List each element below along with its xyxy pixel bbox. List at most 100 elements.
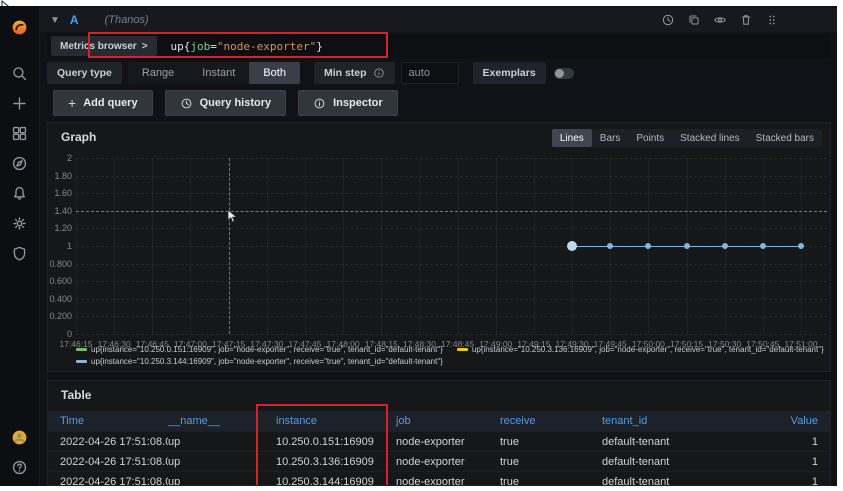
min-step-text: Min step: [323, 67, 367, 79]
gridline-h: [76, 175, 827, 177]
sidebar: [0, 6, 40, 486]
query-field-row: Metrics browser > up{job="node-exporter"…: [47, 34, 831, 58]
query-ref-id: A: [69, 13, 79, 27]
draw-mode-stacked-lines[interactable]: Stacked lines: [672, 129, 747, 147]
gridline-h: [76, 158, 827, 159]
duplicate-icon[interactable]: [687, 13, 701, 27]
history-icon: [181, 98, 192, 108]
alerting-icon[interactable]: [0, 178, 40, 208]
y-axis-tick-label: 0.200: [49, 311, 72, 322]
expression-metric: up{: [170, 39, 191, 53]
expression-close-brace: }: [316, 39, 323, 53]
gridline-v: [457, 158, 459, 334]
y-axis-tick-label: 1: [66, 241, 72, 251]
table-row[interactable]: 2022-04-26 17:51:08.000up 10.250.0.151:16…: [48, 431, 830, 451]
legend-swatch: [456, 348, 468, 351]
remove-icon[interactable]: [739, 13, 753, 27]
draw-mode-stacked-bars[interactable]: Stacked bars: [748, 129, 822, 147]
data-point[interactable]: [645, 243, 652, 249]
column-header-receive[interactable]: receive: [500, 415, 602, 427]
expression-label-value: "node-exporter": [216, 39, 317, 53]
min-step-input[interactable]: [400, 62, 459, 84]
gridline-v: [266, 158, 268, 334]
chevron-down-icon[interactable]: ▼: [50, 15, 60, 26]
content-area: ▼ A (Thanos) Metrics browser > up{job="n…: [40, 6, 837, 486]
query-type-instant[interactable]: Instant: [188, 62, 249, 84]
y-axis-tick-label: 1.20: [54, 223, 72, 234]
table-row[interactable]: 2022-04-26 17:51:08.000up 10.250.3.144:16…: [48, 471, 830, 486]
metrics-browser-label: Metrics browser: [60, 40, 137, 52]
table-cell: node-exporter: [396, 455, 465, 468]
help-icon[interactable]: [0, 452, 40, 482]
graph-legend: up{instance="10.250.0.151:16909", job="n…: [76, 345, 826, 369]
query-expression-input[interactable]: up{job="node-exporter"}: [171, 40, 323, 53]
legend-series-name: up{instance="10.250.0.151:16909", job="n…: [91, 345, 443, 354]
exemplars-toggle[interactable]: [553, 67, 574, 79]
grafana-app-window: ▼ A (Thanos) Metrics browser > up{job="n…: [0, 6, 837, 486]
configuration-icon[interactable]: [0, 208, 40, 238]
column-header-Time[interactable]: Time: [60, 415, 168, 427]
info-icon[interactable]: [373, 67, 385, 79]
grafana-logo-icon[interactable]: [0, 12, 40, 42]
inspector-button[interactable]: Inspector: [298, 90, 398, 116]
dashboards-icon[interactable]: [0, 118, 40, 148]
table-cell: 2022-04-26 17:51:08.000: [60, 475, 168, 486]
query-type-range[interactable]: Range: [128, 62, 188, 84]
add-query-button[interactable]: + Add query: [53, 90, 153, 116]
y-axis-tick-label: 0: [66, 329, 72, 339]
column-header-name[interactable]: __name__: [168, 415, 276, 427]
drag-handle-icon[interactable]: [765, 13, 779, 27]
legend-swatch: [76, 348, 87, 351]
graph-panel: Graph Lines Bars Points Stacked lines Stacke…: [47, 122, 831, 372]
table-cell: up: [168, 455, 181, 468]
server-admin-icon[interactable]: [0, 238, 40, 268]
table-row[interactable]: 2022-04-26 17:51:08.000up 10.250.3.136:16…: [48, 451, 830, 471]
data-point[interactable]: [721, 243, 728, 249]
query-row-header: ▼ A (Thanos): [40, 8, 837, 32]
table-header-row: Time __name__ instance job receive tenant_id V…: [48, 411, 830, 431]
query-type-label: Query type: [47, 62, 122, 84]
legend-item[interactable]: up{instance="10.250.0.151:16909", job="n…: [76, 345, 443, 354]
plot-area[interactable]: 2 1.80 1.60 1.40 1.20 1 0.800 0.600 0.400 0.200 0 1…: [49, 153, 829, 349]
query-history-button[interactable]: Query history: [164, 90, 287, 116]
gridline-h: [76, 334, 827, 335]
draw-mode-bars[interactable]: Bars: [592, 129, 629, 147]
inspector-label: Inspector: [333, 97, 383, 109]
table-cell: 2022-04-26 17:51:08.000: [60, 435, 168, 448]
draw-mode-group: Lines Bars Points Stacked lines Stacked bars: [551, 129, 822, 147]
hide-icon[interactable]: [713, 13, 727, 27]
table-cell: 10.250.0.151:16909: [276, 435, 374, 448]
table-cell: default-tenant: [602, 475, 670, 486]
column-header-instance[interactable]: instance: [276, 415, 396, 427]
table-panel-title: Table: [61, 388, 92, 402]
graph-panel-title: Graph: [61, 130, 97, 144]
data-point[interactable]: [607, 243, 614, 249]
query-actions-row: + Add query Query history Inspector: [53, 90, 398, 116]
draw-mode-points[interactable]: Points: [628, 129, 672, 147]
gridline-v: [190, 158, 192, 334]
column-header-job[interactable]: job: [396, 415, 500, 427]
query-type-both[interactable]: Both: [249, 62, 300, 84]
column-header-tenantid[interactable]: tenant_id: [602, 415, 772, 427]
search-icon[interactable]: [0, 58, 40, 88]
chevron-right-icon: >: [141, 40, 148, 52]
y-axis-tick-label: 2: [66, 153, 72, 163]
query-row-actions: [661, 13, 779, 27]
data-point[interactable]: [759, 243, 766, 249]
gridline-v: [419, 158, 421, 334]
legend-item[interactable]: up{instance="10.250.3.144:16909", job="n…: [76, 357, 443, 366]
y-axis-tick-label: 0.400: [49, 293, 72, 304]
column-header-Value[interactable]: Value: [772, 415, 818, 427]
data-point[interactable]: [567, 241, 578, 251]
metrics-browser-button[interactable]: Metrics browser >: [51, 36, 157, 56]
draw-mode-lines[interactable]: Lines: [551, 129, 592, 147]
user-avatar-icon[interactable]: [0, 422, 40, 452]
legend-item[interactable]: up{instance="10.250.3.136:16909", job="n…: [456, 345, 824, 354]
add-icon[interactable]: [0, 88, 40, 118]
info-icon: [314, 98, 325, 108]
history-icon[interactable]: [661, 13, 675, 27]
explore-icon[interactable]: [0, 148, 40, 178]
data-point[interactable]: [683, 243, 690, 249]
crosshair-vertical: [228, 158, 230, 334]
data-point[interactable]: [798, 243, 804, 249]
